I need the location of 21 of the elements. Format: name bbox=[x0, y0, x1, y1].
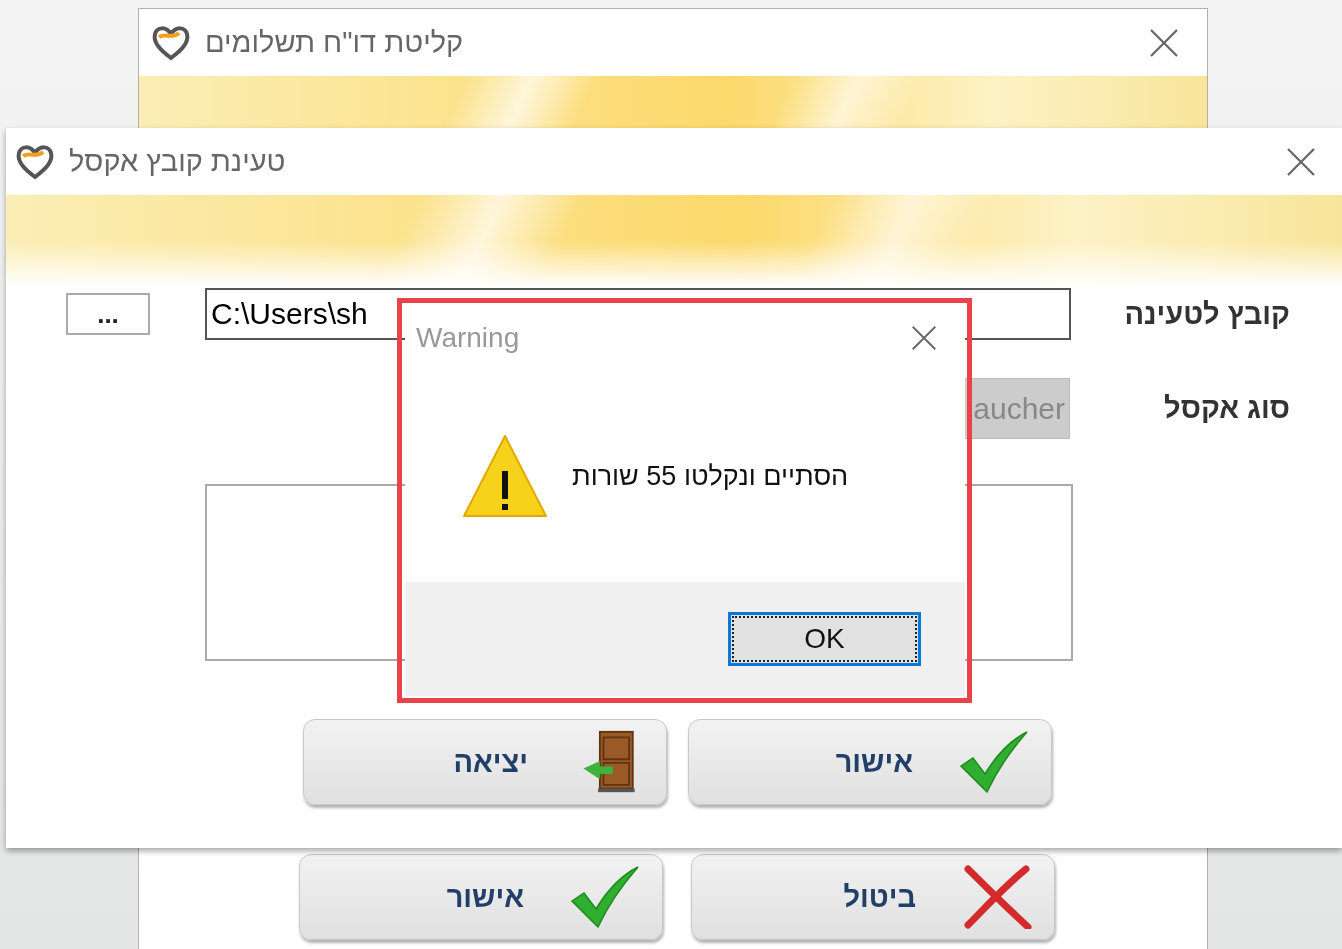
checkmark-icon bbox=[570, 865, 640, 929]
window-title: טעינת קובץ אקסל bbox=[69, 145, 286, 178]
close-icon[interactable] bbox=[1286, 146, 1316, 177]
close-icon[interactable] bbox=[911, 325, 937, 351]
dialog-title: Warning bbox=[416, 322, 520, 354]
dialog-button[interactable]: ביטול bbox=[691, 854, 1055, 940]
field-label: קובץ לטעינה bbox=[1123, 297, 1290, 331]
dialog-button[interactable]: יציאה bbox=[303, 719, 667, 805]
browse-button[interactable]: ... bbox=[66, 293, 150, 335]
close-icon[interactable] bbox=[1149, 27, 1179, 58]
window-title: קליטת דו"ח תשלומים bbox=[205, 26, 464, 59]
heart-logo-icon bbox=[151, 24, 191, 61]
warning-icon bbox=[462, 433, 548, 519]
field-label: סוג אקסל bbox=[1163, 392, 1290, 425]
heart-logo-icon bbox=[15, 143, 55, 180]
checkmark-icon bbox=[959, 730, 1029, 794]
cross-icon bbox=[962, 865, 1032, 929]
dialog-button[interactable]: אישור bbox=[299, 854, 663, 940]
ok-button[interactable]: OK bbox=[728, 612, 921, 666]
warning-message: הסתיים ונקלטו 55 שורות bbox=[572, 460, 849, 492]
dialog-button[interactable]: אישור bbox=[688, 719, 1052, 805]
